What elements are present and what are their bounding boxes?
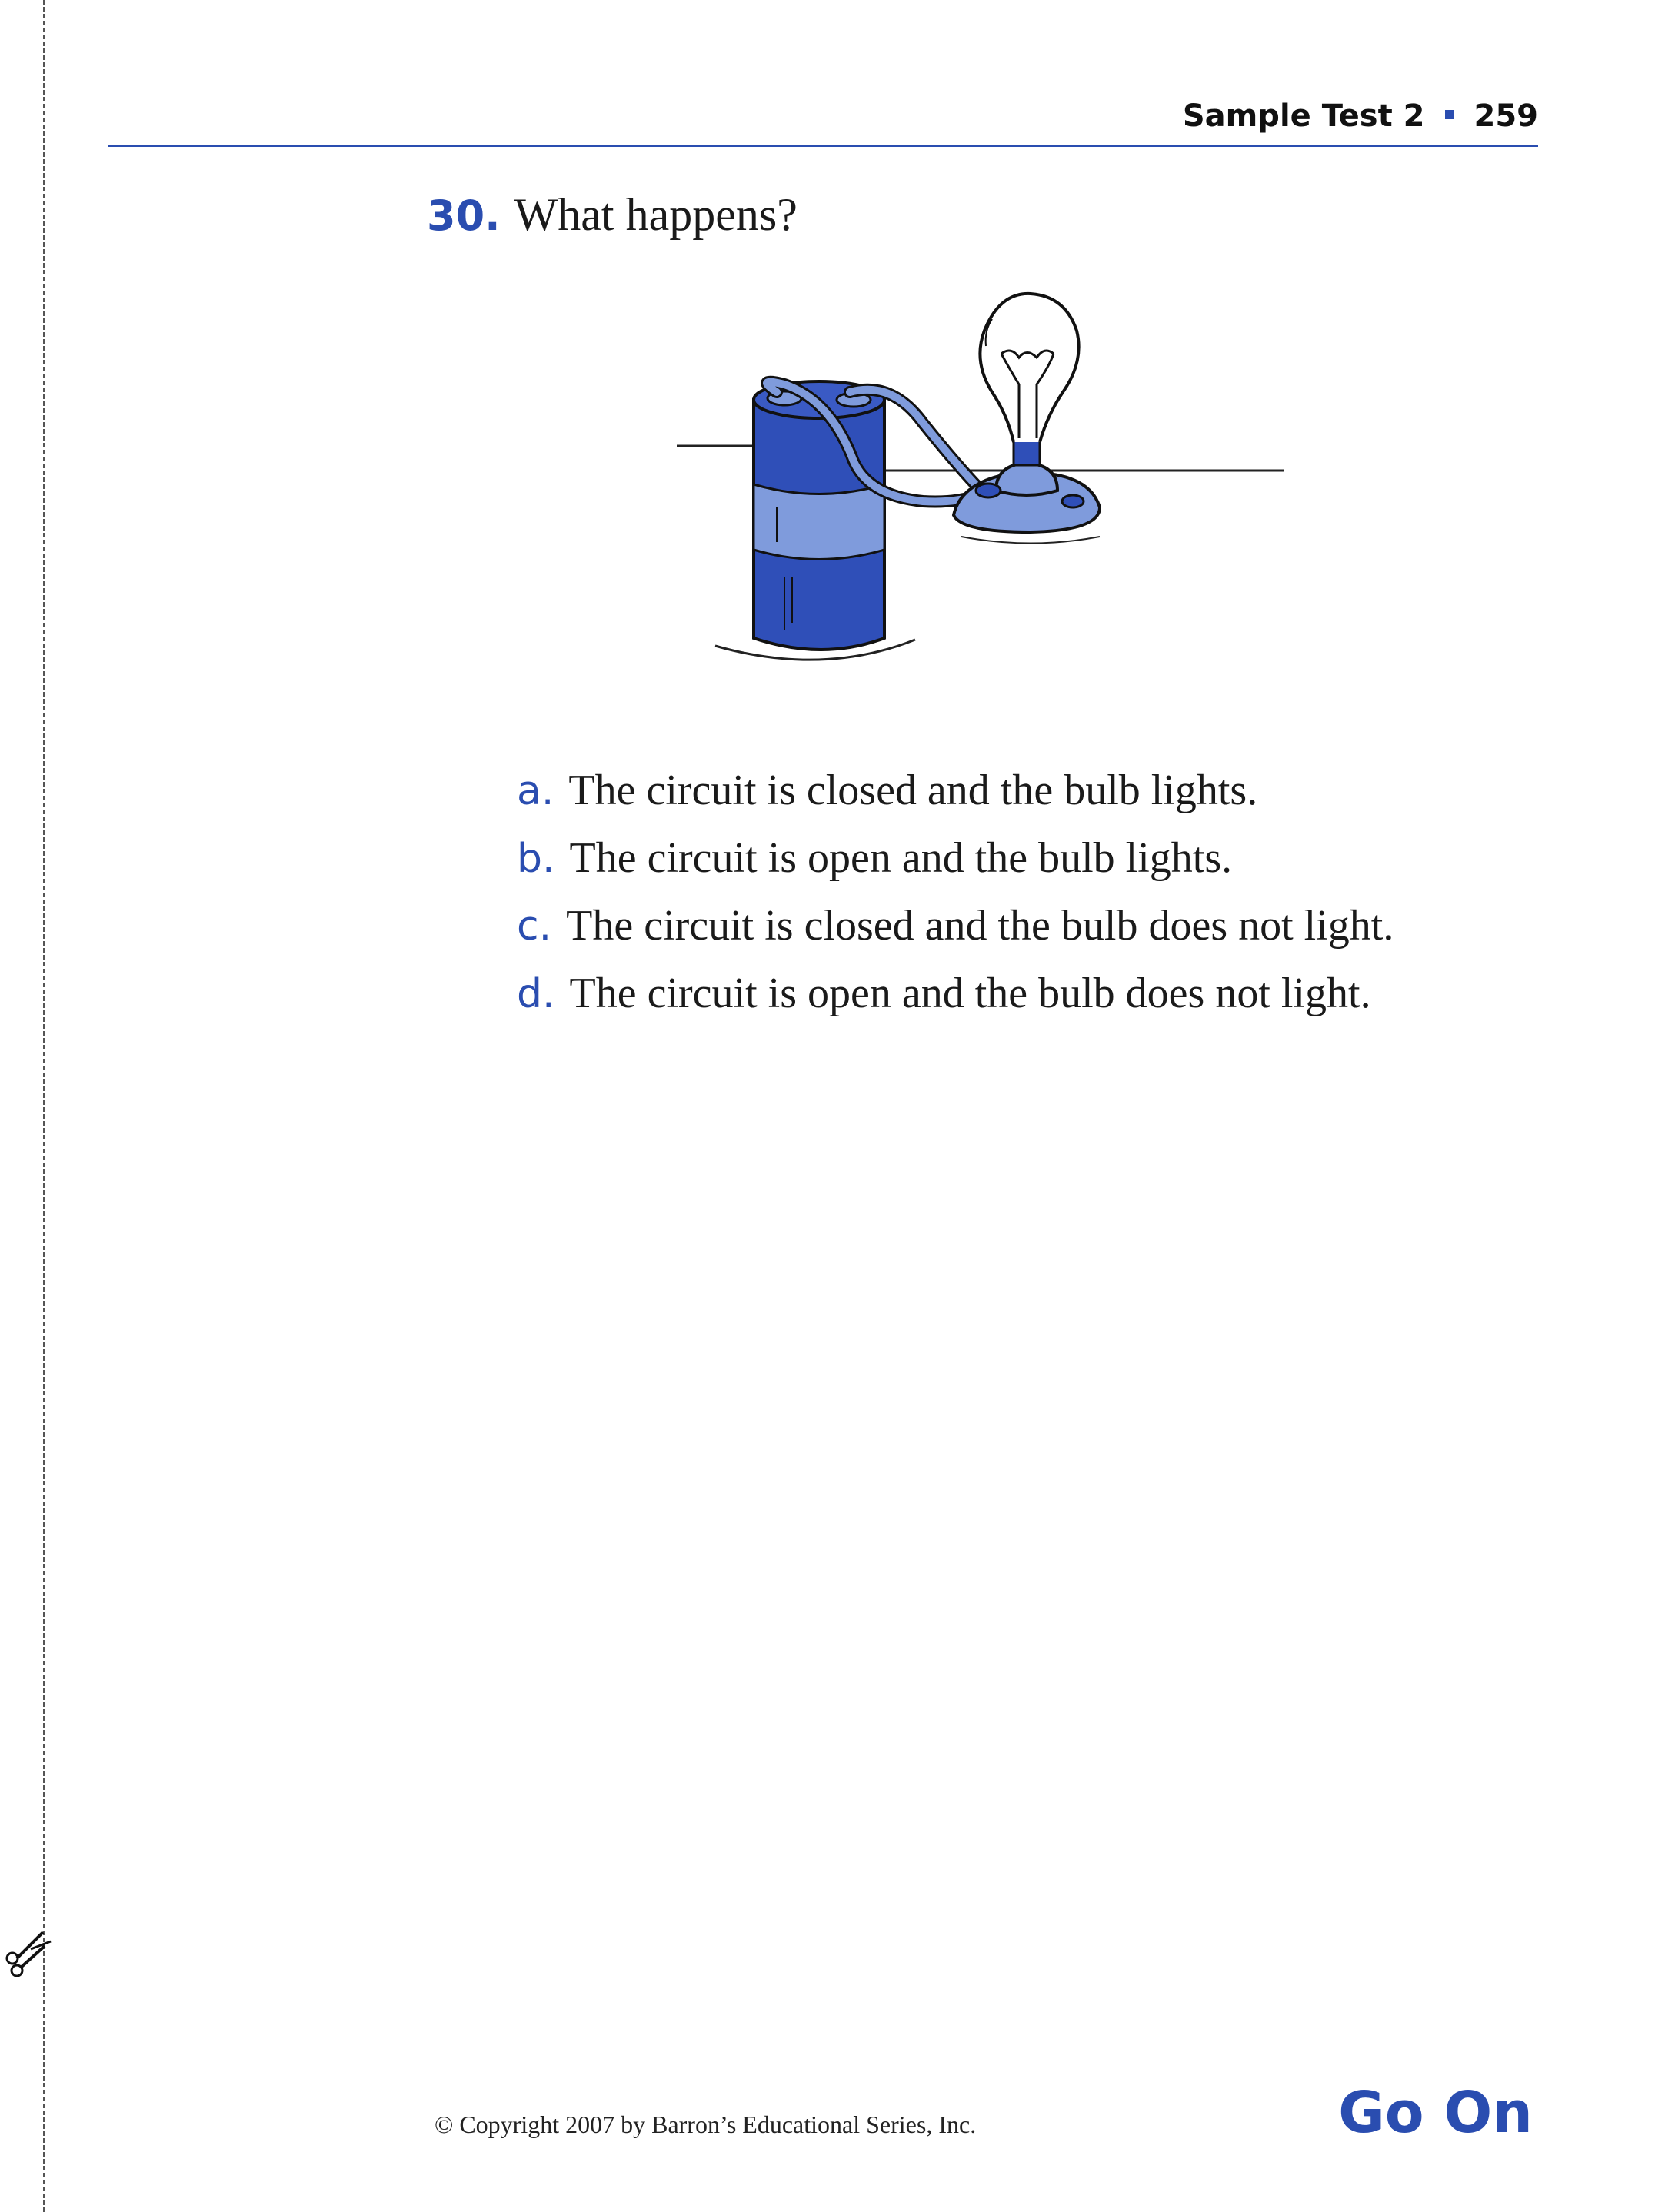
choice-c: c. The circuit is closed and the bulb do… <box>517 893 1394 960</box>
header-separator <box>1444 110 1454 119</box>
choice-b: b. The circuit is open and the bulb ligh… <box>517 825 1394 893</box>
go-on-label: Go On <box>1338 2080 1533 2146</box>
light-bulb <box>951 291 1102 534</box>
cut-line <box>43 0 45 2212</box>
scissors-icon <box>5 1931 52 1977</box>
copyright-notice: © Copyright 2007 by Barron’s Educational… <box>435 2111 977 2138</box>
choice-text: The circuit is closed and the bulb light… <box>568 767 1258 814</box>
choice-text: The circuit is open and the bulb lights. <box>569 834 1233 882</box>
answer-choices: a. The circuit is closed and the bulb li… <box>517 757 1394 1028</box>
battery-bulb-illustration <box>677 291 1284 661</box>
choice-d: d. The circuit is open and the bulb does… <box>517 960 1394 1028</box>
choice-letter: a. <box>517 768 554 814</box>
question-number: 30. <box>427 191 501 240</box>
choice-letter: b. <box>517 836 555 882</box>
choice-text: The circuit is closed and the bulb does … <box>566 902 1394 950</box>
question-text: What happens? <box>514 189 798 240</box>
choice-letter: d. <box>517 971 555 1017</box>
header-text: Sample Test 2 259 <box>1183 98 1538 134</box>
running-header: Sample Test 2 259 <box>108 98 1538 145</box>
header-section: Sample Test 2 <box>1182 98 1425 134</box>
question: 30. What happens? <box>427 188 798 241</box>
header-page-number: 259 <box>1474 98 1539 134</box>
battery <box>752 380 886 651</box>
choice-a: a. The circuit is closed and the bulb li… <box>517 757 1394 825</box>
choice-letter: c. <box>517 903 552 950</box>
header-rule <box>108 145 1538 147</box>
choice-text: The circuit is open and the bulb does no… <box>569 970 1371 1017</box>
